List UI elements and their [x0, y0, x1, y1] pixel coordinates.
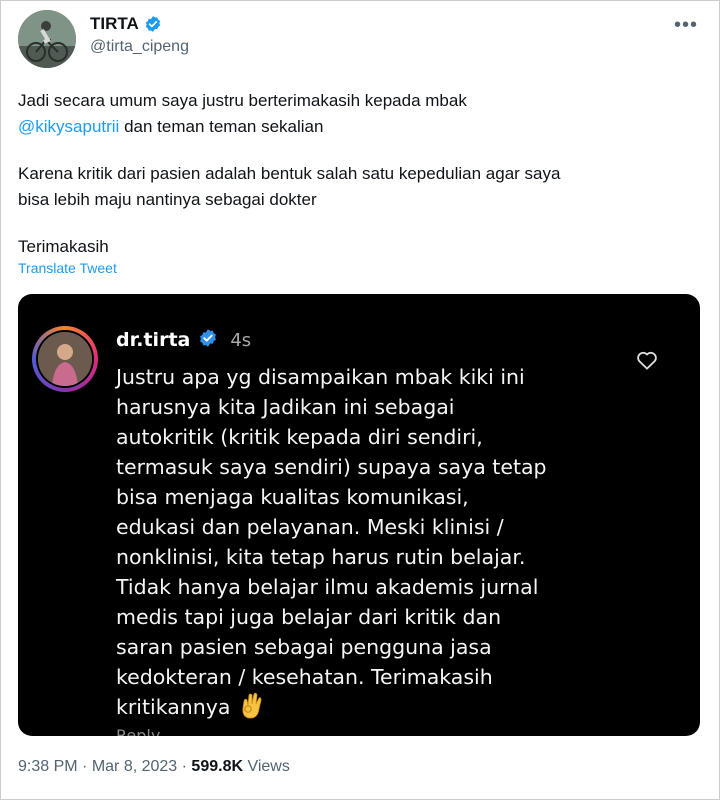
- tweet-text-part: Jadi secara umum saya justru berterimaka…: [18, 91, 467, 110]
- comment-line: harusnya kita Jadikan ini sebagai: [116, 395, 455, 419]
- mention-link[interactable]: @kikysaputrii: [18, 117, 119, 136]
- verified-badge-icon: [198, 328, 218, 352]
- comment-header: dr.tirta 4s: [116, 328, 251, 352]
- tweet-paragraph-1: Jadi secara umum saya justru berterimaka…: [18, 88, 708, 140]
- comment-text: Justru apa yg disampaikan mbak kiki ini …: [116, 362, 616, 728]
- views-count[interactable]: 599.8K: [191, 758, 243, 775]
- author-avatar[interactable]: [18, 10, 76, 68]
- tweet-text-part: dan teman teman sekalian: [119, 117, 324, 136]
- comment-time: 4s: [230, 329, 252, 351]
- translate-tweet-link[interactable]: Translate Tweet: [18, 260, 117, 276]
- meta-separator: ·: [77, 758, 92, 775]
- ok-hand-emoji-icon: [240, 692, 264, 728]
- tweet-time[interactable]: 9:38 PM: [18, 758, 78, 775]
- tweet-paragraph-3: Terimakasih: [18, 237, 109, 256]
- comment-line: Tidak hanya belajar ilmu akademis jurnal: [116, 575, 539, 599]
- tweet-meta: 9:38 PM · Mar 8, 2023 · 599.8K Views: [18, 758, 290, 776]
- commenter-avatar: [32, 326, 98, 392]
- comment-line: medis tapi juga belajar dari kritik dan: [116, 605, 502, 629]
- views-label: Views: [243, 758, 290, 775]
- avatar-photo: [18, 10, 76, 68]
- comment-reply-link: Reply: [116, 726, 161, 736]
- author-handle[interactable]: @tirta_cipeng: [90, 38, 189, 56]
- author-name-row: TIRTA: [90, 14, 162, 34]
- comment-line-last: kritikannya: [116, 692, 616, 728]
- tweet-date[interactable]: Mar 8, 2023: [92, 758, 177, 775]
- heart-icon: [636, 350, 658, 375]
- tweet-text-part: Karena kritik dari pasien adalah bentuk …: [18, 164, 561, 183]
- verified-badge-icon: [144, 15, 162, 33]
- embedded-image[interactable]: dr.tirta 4s Justru apa yg disampaikan mb…: [18, 294, 700, 736]
- comment-line: kedokteran / kesehatan. Terimakasih: [116, 665, 493, 689]
- tweet-paragraph-2: Karena kritik dari pasien adalah bentuk …: [18, 161, 708, 213]
- comment-line: Justru apa yg disampaikan mbak kiki ini: [116, 365, 525, 389]
- author-display-name[interactable]: TIRTA: [90, 14, 139, 34]
- tweet-text-part: bisa lebih maju nantinya sebagai dokter: [18, 190, 317, 209]
- tweet-text: Jadi secara umum saya justru berterimaka…: [18, 88, 708, 260]
- more-icon[interactable]: •••: [674, 14, 698, 37]
- comment-line: bisa menjaga kualitas komunikasi,: [116, 485, 469, 509]
- commenter-username: dr.tirta: [116, 329, 191, 351]
- comment-line: kritikannya: [116, 695, 231, 719]
- meta-separator: ·: [177, 758, 192, 775]
- comment-line: nonklinisi, kita tetap harus rutin belaj…: [116, 545, 526, 569]
- comment-line: autokritik (kritik kepada diri sendiri,: [116, 425, 483, 449]
- comment-line: saran pasien sebagai pengguna jasa: [116, 635, 492, 659]
- comment-line: edukasi dan pelayanan. Meski klinisi /: [116, 515, 504, 539]
- comment-line: termasuk saya sendiri) supaya saya tetap: [116, 455, 547, 479]
